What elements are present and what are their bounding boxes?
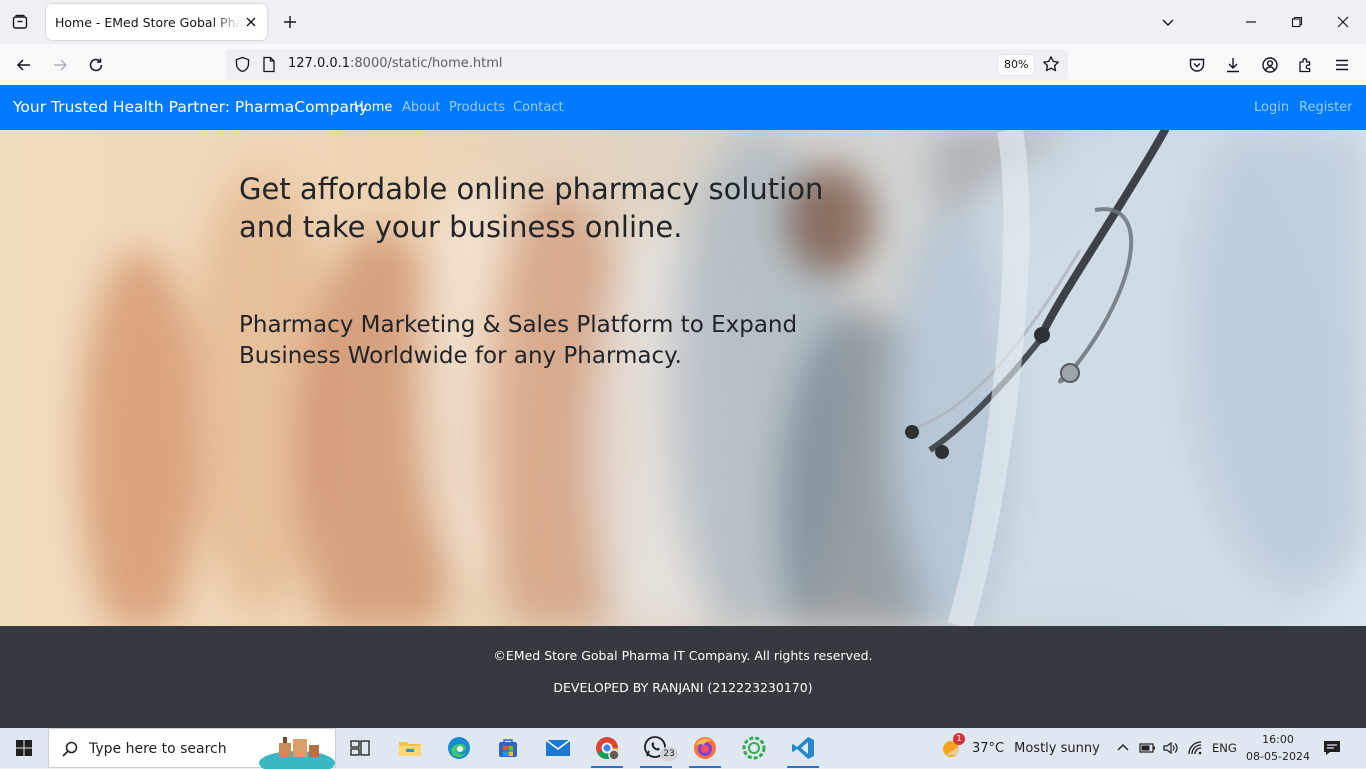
nav-products-link[interactable]: Products [449,100,505,115]
new-tab-button[interactable] [278,10,302,34]
reload-button[interactable] [81,50,111,80]
forward-button[interactable] [45,50,75,80]
nav-login-link[interactable]: Login [1254,100,1289,115]
star-icon[interactable] [1042,55,1060,73]
nav-contact-link[interactable]: Contact [513,100,564,115]
task-view-icon[interactable] [336,728,384,768]
hero-title: Get affordable online pharmacy solution … [239,172,824,244]
back-button[interactable] [9,50,39,80]
browser-toolbar: 127.0.0.1:8000/static/home.html 80% [0,44,1366,86]
zoom-level-badge[interactable]: 80% [998,55,1035,75]
weather-temperature: 37°C [972,740,1005,756]
microsoft-store-icon[interactable] [484,728,532,768]
language-indicator[interactable]: ENG [1212,741,1237,755]
edge-browser-icon[interactable] [435,728,483,768]
weather-widget[interactable]: 1 37°C Mostly sunny [940,728,1100,768]
tab-list-icon[interactable] [8,10,32,34]
footer-copyright: ©EMed Store Gobal Pharma IT Company. All… [493,648,873,663]
url-text[interactable]: 127.0.0.1:8000/static/home.html [288,56,503,71]
tab-title: Home - EMed Store Gobal Pharma IT Compan… [55,14,241,30]
vscode-icon[interactable] [779,728,827,768]
windows-start-button[interactable] [0,728,48,768]
nav-home-link[interactable]: Home [354,100,392,115]
notification-icon[interactable] [1322,738,1342,758]
account-icon[interactable] [1255,50,1285,80]
chevron-down-icon[interactable] [1156,10,1180,34]
chrome-icon[interactable] [583,728,631,768]
close-window-button[interactable] [1320,6,1366,38]
url-bar[interactable]: 127.0.0.1:8000/static/home.html 80% [226,49,1068,80]
whatsapp-icon[interactable]: 23 [632,728,680,768]
pocket-icon[interactable] [1182,50,1212,80]
browser-tab-strip: Home - EMed Store Gobal Pharma IT Compan… [0,0,1366,44]
browser-tab-active[interactable]: Home - EMed Store Gobal Pharma IT Compan… [46,4,267,40]
wifi-icon[interactable] [1186,738,1206,758]
file-explorer-icon[interactable] [386,728,434,768]
hero-section: Get affordable online pharmacy solution … [0,130,1366,626]
clock-time: 16:00 [1262,733,1294,746]
weather-sun-icon: 1 [940,733,965,760]
restore-button[interactable] [1274,6,1320,38]
site-navbar: Your Trusted Health Partner: PharmaCompa… [0,85,1366,130]
extensions-icon[interactable] [1291,50,1321,80]
windows-taskbar: Type here to search 23 1 37°C Mostly sun… [0,728,1366,769]
search-highlight-icon [257,733,335,769]
footer-developer: DEVELOPED BY RANJANI (212223230170) [553,680,813,695]
firefox-icon[interactable] [681,728,729,768]
nav-about-link[interactable]: About [402,100,440,115]
navbar-brand[interactable]: Your Trusted Health Partner: PharmaCompa… [13,98,368,116]
battery-icon[interactable] [1137,738,1157,758]
menu-icon[interactable] [1327,50,1357,80]
url-host: 127.0.0.1 [288,56,351,71]
url-path: :8000/static/home.html [350,56,503,71]
volume-icon[interactable] [1161,738,1181,758]
hero-subtitle: Pharmacy Marketing & Sales Platform to E… [239,312,798,369]
weather-condition: Mostly sunny [1014,740,1100,756]
minimize-button[interactable] [1228,6,1274,38]
taskbar-clock[interactable]: 16:00 08-05-2024 [1245,731,1311,765]
page-icon[interactable] [262,56,276,73]
search-placeholder: Type here to search [89,741,227,757]
close-icon[interactable] [243,14,259,30]
search-icon [61,740,79,758]
refresh-app-icon[interactable] [730,728,778,768]
mail-icon[interactable] [534,728,582,768]
clock-date: 08-05-2024 [1246,750,1310,763]
nav-register-link[interactable]: Register [1299,100,1353,115]
weather-alert-badge: 1 [953,733,965,745]
windows-logo-icon [16,740,32,756]
download-icon[interactable] [1218,50,1248,80]
site-footer: ©EMed Store Gobal Pharma IT Company. All… [0,626,1366,728]
shield-icon[interactable] [234,56,251,73]
taskbar-search-box[interactable]: Type here to search [48,728,336,769]
whatsapp-badge: 23 [660,747,678,761]
chevron-up-icon[interactable] [1113,738,1133,758]
